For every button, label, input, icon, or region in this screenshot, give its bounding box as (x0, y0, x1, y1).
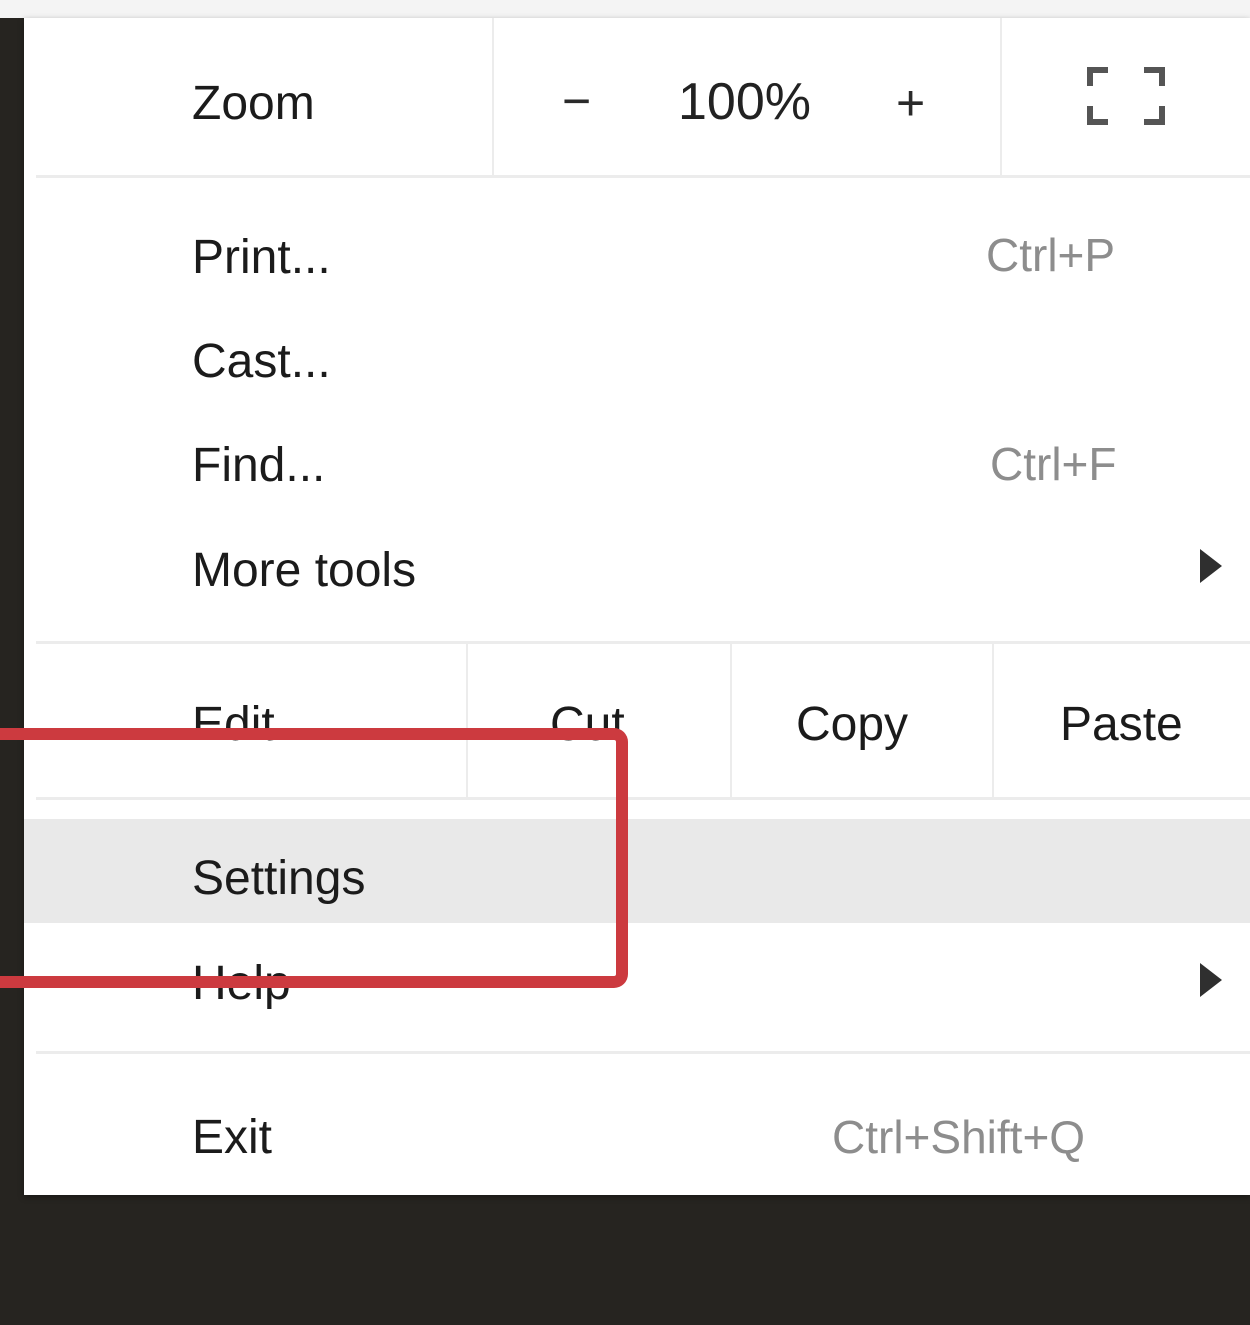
zoom-label: Zoom (192, 77, 315, 130)
browser-menu: Zoom − 100% + Print... Ctrl+P Cast... Fi… (24, 18, 1250, 1195)
menu-divider (36, 797, 1250, 800)
chevron-right-icon (1200, 549, 1222, 583)
edit-label: Edit (192, 698, 275, 751)
chevron-right-icon (1200, 963, 1222, 997)
settings-label: Settings (192, 852, 366, 905)
find-label: Find... (192, 439, 326, 492)
exit-shortcut: Ctrl+Shift+Q (832, 1111, 1086, 1163)
fullscreen-icon[interactable] (1086, 66, 1166, 126)
cast-label: Cast... (192, 335, 331, 388)
paste-button[interactable]: Paste (1060, 701, 1183, 749)
menu-item-cast[interactable]: Cast... (24, 308, 1250, 412)
window-top-strip (0, 0, 1250, 18)
zoom-in-button[interactable]: + (896, 78, 925, 128)
print-shortcut: Ctrl+P (986, 229, 1116, 281)
cut-button[interactable]: Cut (550, 701, 625, 749)
more-tools-label: More tools (192, 544, 417, 597)
fullscreen-divider (1000, 18, 1002, 176)
menu-item-find[interactable]: Find... Ctrl+F (24, 413, 1250, 517)
menu-divider (36, 175, 1250, 178)
zoom-out-button[interactable]: − (562, 76, 591, 126)
zoom-row: Zoom − 100% + (24, 18, 1250, 176)
print-label: Print... (192, 231, 331, 284)
edit-divider (466, 644, 468, 798)
menu-item-settings[interactable]: Settings (24, 819, 1250, 923)
help-label: Help (192, 957, 291, 1010)
zoom-level: 100% (678, 73, 811, 131)
exit-label: Exit (192, 1111, 273, 1164)
menu-item-more-tools[interactable]: More tools (24, 518, 1250, 622)
edit-divider (992, 644, 994, 798)
menu-item-exit[interactable]: Exit Ctrl+Shift+Q (24, 1084, 1250, 1188)
menu-item-help[interactable]: Help (24, 930, 1250, 1034)
menu-divider (36, 1051, 1250, 1054)
copy-button[interactable]: Copy (796, 701, 908, 749)
menu-item-print[interactable]: Print... Ctrl+P (24, 203, 1250, 307)
zoom-divider (492, 18, 494, 176)
edit-divider (730, 644, 732, 798)
find-shortcut: Ctrl+F (990, 438, 1117, 490)
edit-row: Edit Cut Copy Paste (24, 644, 1250, 798)
